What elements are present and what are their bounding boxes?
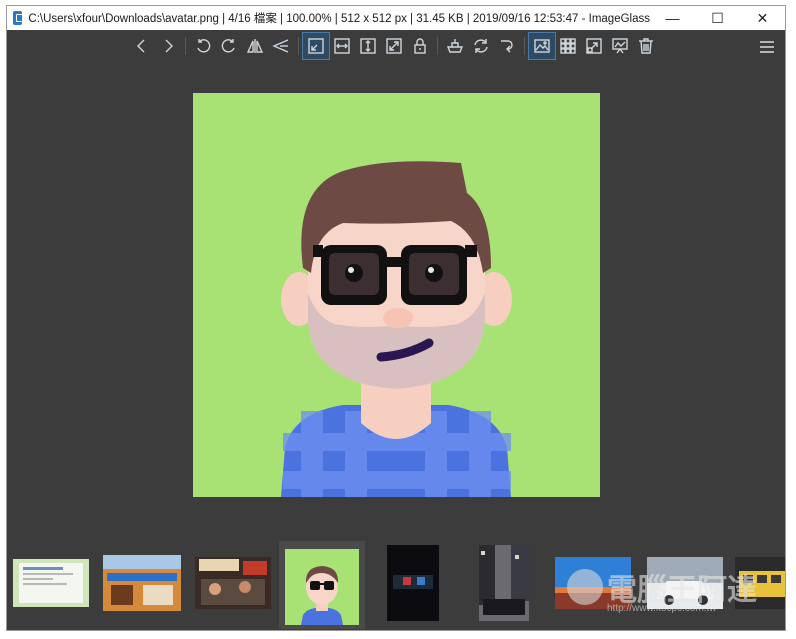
window-title: C:\Users\xfour\Downloads\avatar.png | 4/… <box>28 13 650 25</box>
grid-icon <box>560 38 576 54</box>
refresh-button[interactable] <box>468 33 494 59</box>
thumb-storefront[interactable] <box>103 555 181 611</box>
watermark-url: http://www.kocpc.com.tw <box>607 603 717 614</box>
flip-vertical-icon <box>272 39 289 53</box>
previous-image-button[interactable] <box>129 33 155 59</box>
window-controls: — ☐ ✕ <box>650 6 785 30</box>
storefront-thumbnail-image <box>103 555 181 611</box>
toolbar-separator <box>298 37 299 55</box>
slideshow-icon <box>612 38 628 54</box>
scale-to-width-button[interactable] <box>329 33 355 59</box>
fullscreen-button[interactable] <box>581 33 607 59</box>
next-image-button[interactable] <box>155 33 181 59</box>
lock-zoom-button[interactable] <box>407 33 433 59</box>
go-to-icon <box>501 40 513 53</box>
toolbar-separator <box>524 37 525 55</box>
thumb-avatar[interactable] <box>279 541 365 629</box>
imageglass-app-icon <box>13 11 25 25</box>
trash-icon <box>639 38 653 54</box>
toolbar-buttons <box>129 32 659 60</box>
watermark: 電腦王阿達 http://www.kocpc.com.tw <box>567 563 777 623</box>
main-menu-button[interactable] <box>755 35 779 59</box>
document-thumbnail-image <box>13 559 89 607</box>
image-viewer[interactable] <box>193 93 600 497</box>
scale-to-fit-button[interactable] <box>381 33 407 59</box>
toolbar-separator <box>437 37 438 55</box>
thumb-dark-room[interactable] <box>387 545 439 621</box>
scale-to-height-button[interactable] <box>355 33 381 59</box>
lock-icon <box>414 38 426 54</box>
city-street-thumbnail-image <box>479 545 529 621</box>
flip-horizontal-button[interactable] <box>242 33 268 59</box>
toolbar <box>7 30 785 64</box>
close-button[interactable]: ✕ <box>740 6 785 30</box>
scale-fit-icon <box>386 38 402 54</box>
thumbnail-bar-button[interactable] <box>528 32 556 60</box>
slideshow-button[interactable] <box>607 33 633 59</box>
avatar-illustration <box>193 93 600 497</box>
rotate-right-icon <box>221 39 235 53</box>
rotate-right-button[interactable] <box>216 33 242 59</box>
avatar-thumbnail-image <box>285 549 359 625</box>
chevron-left-icon <box>137 39 145 53</box>
scale-height-icon <box>360 38 376 54</box>
auto-zoom-button[interactable] <box>302 32 330 60</box>
scale-width-icon <box>334 38 350 54</box>
rotate-left-button[interactable] <box>190 33 216 59</box>
fullscreen-icon <box>586 38 602 54</box>
open-with-icon <box>446 39 464 53</box>
image-icon <box>534 39 550 53</box>
thumb-document[interactable] <box>13 559 89 607</box>
thumb-city-street[interactable] <box>479 545 529 621</box>
thumb-restaurant[interactable] <box>195 557 271 609</box>
rotate-left-icon <box>197 39 211 53</box>
open-with-button[interactable] <box>442 33 468 59</box>
go-to-button[interactable] <box>494 33 520 59</box>
title-bar[interactable]: C:\Users\xfour\Downloads\avatar.png | 4/… <box>7 6 785 30</box>
maximize-button[interactable]: ☐ <box>695 6 740 30</box>
toolbar-separator <box>185 37 186 55</box>
auto-zoom-icon <box>308 38 324 54</box>
refresh-icon <box>474 39 488 53</box>
imageglass-window: C:\Users\xfour\Downloads\avatar.png | 4/… <box>6 5 786 631</box>
thumbnail-strip: 電腦王阿達 http://www.kocpc.com.tw <box>7 535 785 630</box>
dark-room-thumbnail-image <box>387 545 439 621</box>
flip-horizontal-icon <box>246 39 264 53</box>
minimize-button[interactable]: — <box>650 6 695 30</box>
delete-button[interactable] <box>633 33 659 59</box>
watermark-logo-icon <box>567 569 603 605</box>
checkerboard-button[interactable] <box>555 33 581 59</box>
hamburger-icon <box>760 41 774 53</box>
flip-vertical-button[interactable] <box>268 33 294 59</box>
restaurant-thumbnail-image <box>195 557 271 609</box>
chevron-right-icon <box>165 39 173 53</box>
